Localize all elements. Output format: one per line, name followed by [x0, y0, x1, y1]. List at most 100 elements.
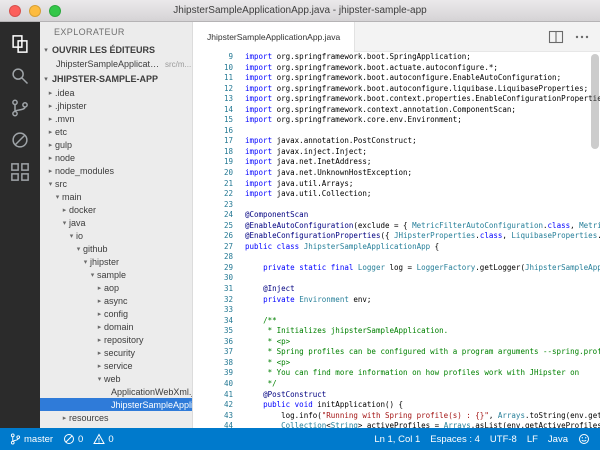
- tree-item-repository[interactable]: ▸repository: [40, 333, 192, 346]
- code-line-40[interactable]: 40 */: [201, 379, 600, 390]
- line-number: 44: [201, 421, 245, 428]
- cursor-position[interactable]: Ln 1, Col 1: [374, 434, 420, 445]
- code-line-12[interactable]: 12import org.springframework.boot.autoco…: [201, 84, 600, 95]
- code-line-24[interactable]: 24@ComponentScan: [201, 210, 600, 221]
- tree-item-security[interactable]: ▸security: [40, 346, 192, 359]
- line-number: 26: [201, 231, 245, 242]
- code-line-13[interactable]: 13import org.springframework.boot.contex…: [201, 94, 600, 105]
- code-line-38[interactable]: 38 * <p>: [201, 358, 600, 369]
- code-line-11[interactable]: 11import org.springframework.boot.autoco…: [201, 73, 600, 84]
- tree-item-java[interactable]: ▾java: [40, 216, 192, 229]
- line-number: 28: [201, 252, 245, 263]
- code-line-17[interactable]: 17import javax.annotation.PostConstruct;: [201, 136, 600, 147]
- tree-item-src[interactable]: ▾src: [40, 177, 192, 190]
- activity-source-control-button[interactable]: [0, 92, 40, 124]
- encoding-selector[interactable]: UTF-8: [490, 434, 517, 445]
- tree-item-main[interactable]: ▾main: [40, 190, 192, 203]
- line-number: 20: [201, 168, 245, 179]
- code-line-26[interactable]: 26@EnableConfigurationProperties({ JHips…: [201, 231, 600, 242]
- tree-item-config[interactable]: ▸config: [40, 307, 192, 320]
- debug-icon: [10, 130, 30, 150]
- code-line-15[interactable]: 15import org.springframework.core.env.En…: [201, 115, 600, 126]
- more-actions-icon[interactable]: [574, 29, 590, 45]
- tree-item-jhipster[interactable]: ▾jhipster: [40, 255, 192, 268]
- code-text: import org.springframework.context.annot…: [245, 105, 600, 116]
- tree-item-gulp[interactable]: ▸gulp: [40, 138, 192, 151]
- git-branch-icon: [10, 432, 21, 446]
- code-line-42[interactable]: 42 public void initApplication() {: [201, 400, 600, 411]
- code-text: [245, 126, 600, 137]
- tree-item-.jhipster[interactable]: ▸.jhipster: [40, 99, 192, 112]
- code-line-30[interactable]: 30: [201, 273, 600, 284]
- scrollbar-thumb[interactable]: [591, 54, 599, 149]
- tree-item-node_modules[interactable]: ▸node_modules: [40, 164, 192, 177]
- code-line-33[interactable]: 33: [201, 305, 600, 316]
- project-section-header[interactable]: ▾ JHIPSTER-SAMPLE-APP: [40, 71, 192, 86]
- code-line-19[interactable]: 19import java.net.InetAddress;: [201, 157, 600, 168]
- tree-item-label: docker: [69, 205, 96, 215]
- code-line-20[interactable]: 20import java.net.UnknownHostException;: [201, 168, 600, 179]
- tree-item-.idea[interactable]: ▸.idea: [40, 86, 192, 99]
- indentation-setting[interactable]: Espaces : 4: [430, 434, 480, 445]
- code-line-23[interactable]: 23: [201, 200, 600, 211]
- tree-item-docker[interactable]: ▸docker: [40, 203, 192, 216]
- code-area[interactable]: 9import org.springframework.boot.SpringA…: [193, 52, 600, 428]
- code-line-28[interactable]: 28: [201, 252, 600, 263]
- tree-item-domain[interactable]: ▸domain: [40, 320, 192, 333]
- tree-item-ApplicationWebXml.java[interactable]: ApplicationWebXml.java: [40, 385, 192, 398]
- code-line-35[interactable]: 35 * Initializes jhipsterSampleApplicati…: [201, 326, 600, 337]
- tree-item-service[interactable]: ▸service: [40, 359, 192, 372]
- code-line-34[interactable]: 34 /**: [201, 316, 600, 327]
- tree-item-resources[interactable]: ▸resources: [40, 411, 192, 424]
- code-line-29[interactable]: 29 private static final Logger log = Log…: [201, 263, 600, 274]
- tree-item-label: security: [104, 348, 135, 358]
- open-editor-item[interactable]: JhipsterSampleApplicationApp.java src/m.…: [40, 57, 192, 71]
- eol-selector[interactable]: LF: [527, 434, 538, 445]
- code-line-18[interactable]: 18import javax.inject.Inject;: [201, 147, 600, 158]
- feedback-button[interactable]: [578, 433, 590, 445]
- language-mode[interactable]: Java: [548, 434, 568, 445]
- tree-item-web[interactable]: ▾web: [40, 372, 192, 385]
- warning-count[interactable]: 0: [93, 433, 113, 445]
- activity-explorer-button[interactable]: [0, 28, 40, 60]
- tree-item-async[interactable]: ▸async: [40, 294, 192, 307]
- code-line-10[interactable]: 10import org.springframework.boot.actuat…: [201, 63, 600, 74]
- code-line-9[interactable]: 9import org.springframework.boot.SpringA…: [201, 52, 600, 63]
- code-line-31[interactable]: 31 @Inject: [201, 284, 600, 295]
- code-line-36[interactable]: 36 * <p>: [201, 337, 600, 348]
- tree-item-etc[interactable]: ▸etc: [40, 125, 192, 138]
- chevron-down-icon: ▾: [95, 375, 104, 383]
- chevron-down-icon: ▾: [46, 180, 55, 188]
- tree-item-JhipsterSampleApplicationApp.java[interactable]: JhipsterSampleApplicationApp.java: [40, 398, 192, 411]
- branch-indicator[interactable]: master: [10, 432, 53, 446]
- code-line-16[interactable]: 16: [201, 126, 600, 137]
- tree-item-github[interactable]: ▾github: [40, 242, 192, 255]
- tree-item-node[interactable]: ▸node: [40, 151, 192, 164]
- code-line-44[interactable]: 44 Collection<String> activeProfiles = A…: [201, 421, 600, 428]
- code-line-25[interactable]: 25@EnableAutoConfiguration(exclude = { M…: [201, 221, 600, 232]
- code-line-27[interactable]: 27public class JhipsterSampleApplication…: [201, 242, 600, 253]
- code-line-22[interactable]: 22import java.util.Collection;: [201, 189, 600, 200]
- tree-item-sample[interactable]: ▾sample: [40, 268, 192, 281]
- activity-search-button[interactable]: [0, 60, 40, 92]
- code-line-41[interactable]: 41 @PostConstruct: [201, 390, 600, 401]
- code-line-39[interactable]: 39 * You can find more information on ho…: [201, 368, 600, 379]
- activity-extensions-button[interactable]: [0, 156, 40, 188]
- close-button[interactable]: [9, 5, 21, 17]
- code-line-32[interactable]: 32 private Environment env;: [201, 295, 600, 306]
- tree-item-aop[interactable]: ▸aop: [40, 281, 192, 294]
- code-line-14[interactable]: 14import org.springframework.context.ann…: [201, 105, 600, 116]
- tree-item-io[interactable]: ▾io: [40, 229, 192, 242]
- zoom-button[interactable]: [49, 5, 61, 17]
- tree-item-.mvn[interactable]: ▸.mvn: [40, 112, 192, 125]
- split-editor-icon[interactable]: [548, 29, 564, 45]
- open-editors-header[interactable]: ▾ OUVRIR LES ÉDITEURS: [40, 42, 192, 57]
- error-count[interactable]: 0: [63, 433, 83, 445]
- code-line-37[interactable]: 37 * Spring profiles can be configured w…: [201, 347, 600, 358]
- activity-debug-button[interactable]: [0, 124, 40, 156]
- code-line-43[interactable]: 43 log.info("Running with Spring profile…: [201, 411, 600, 422]
- code-line-21[interactable]: 21import java.util.Arrays;: [201, 179, 600, 190]
- tree-item-label: service: [104, 361, 133, 371]
- tab-jhipster-sample-application-app[interactable]: JhipsterSampleApplicationApp.java: [193, 22, 355, 52]
- minimize-button[interactable]: [29, 5, 41, 17]
